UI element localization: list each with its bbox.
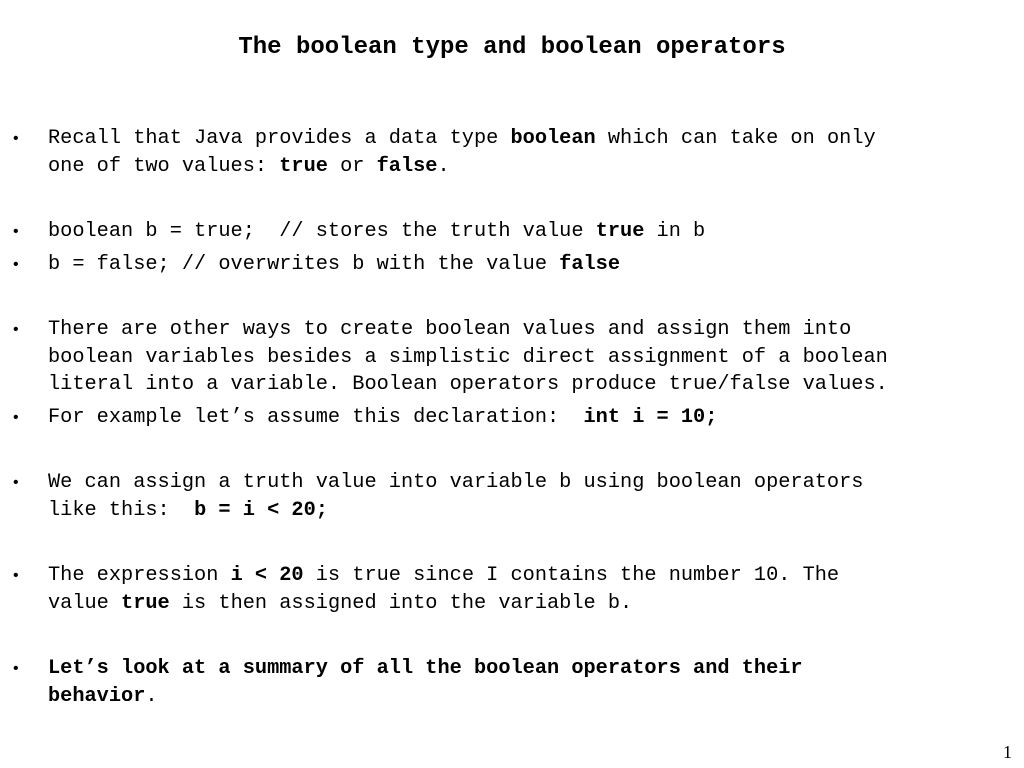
text-run: . bbox=[437, 154, 450, 178]
bullet-icon: • bbox=[13, 409, 19, 426]
bullet-icon: • bbox=[13, 567, 19, 584]
text-run: Recall that Java provides a data type bbox=[48, 127, 511, 150]
bold-text: false bbox=[559, 253, 621, 276]
bullet-icon: • bbox=[13, 130, 19, 147]
text-run: like this: bbox=[48, 498, 195, 522]
text-run: There are other ways to create boolean v… bbox=[48, 318, 852, 341]
bullet-icon: • bbox=[13, 223, 19, 240]
bullet-line: Recall that Java provides a data type bo… bbox=[48, 125, 1008, 153]
text-run: literal into a variable. Boolean operato… bbox=[48, 373, 888, 396]
bold-text: true bbox=[121, 591, 170, 615]
bold-text: true bbox=[279, 154, 328, 178]
text-run: is then assigned into the variable b. bbox=[169, 591, 633, 615]
bold-text: Let’s look at a summary of all the boole… bbox=[48, 657, 803, 680]
bold-text: true bbox=[595, 220, 645, 243]
bullet-list: • Recall that Java provides a data type b… bbox=[0, 0, 1024, 768]
bullet-line: For example let’s assume this declaratio… bbox=[48, 404, 1008, 432]
bullet-icon: • bbox=[13, 660, 19, 677]
bullet-item: • Let’s look at a summary of all the bool… bbox=[13, 655, 1008, 711]
text-run: boolean b = true; // stores the truth va… bbox=[48, 220, 596, 243]
text-run: is true since I contains the number 10. … bbox=[303, 564, 840, 587]
bold-text: false bbox=[376, 154, 438, 178]
text-run: one of two values: bbox=[48, 154, 280, 178]
bullet-line: literal into a variable. Boolean operato… bbox=[48, 371, 1008, 399]
bullet-line: b = false; // overwrites b with the valu… bbox=[48, 251, 1008, 279]
bullet-line: Let’s look at a summary of all the boole… bbox=[48, 655, 1008, 683]
bullet-line: boolean variables besides a simplistic d… bbox=[48, 344, 1008, 372]
bullet-item: • For example let’s assume this declarati… bbox=[13, 404, 1008, 432]
text-run: b = false; // overwrites b with the valu… bbox=[48, 253, 560, 276]
bullet-line: boolean b = true; // stores the truth va… bbox=[48, 218, 1008, 246]
bullet-item: • boolean b = true; // stores the truth v… bbox=[13, 218, 1008, 246]
bullet-item: • There are other ways to create boolean … bbox=[13, 316, 1008, 399]
bullet-line: like this: b = i < 20; bbox=[48, 497, 1008, 525]
text-run: For example let’s assume this declaratio… bbox=[48, 406, 584, 429]
bullet-icon: • bbox=[13, 256, 19, 273]
bold-text: int i = 10; bbox=[583, 406, 718, 429]
bullet-item: • Recall that Java provides a data type b… bbox=[13, 125, 1008, 181]
bullet-line: one of two values: true or false. bbox=[48, 153, 1008, 181]
bullet-line: There are other ways to create boolean v… bbox=[48, 316, 1008, 344]
bold-text: behavior bbox=[48, 684, 146, 708]
text-run: in b bbox=[644, 220, 706, 243]
text-run: boolean variables besides a simplistic d… bbox=[48, 345, 888, 369]
text-run: value bbox=[48, 591, 122, 615]
bullet-line: The expression i < 20 is true since I co… bbox=[48, 562, 1008, 590]
bullet-item: • b = false; // overwrites b with the val… bbox=[13, 251, 1008, 279]
bullet-item: • We can assign a truth value into variab… bbox=[13, 469, 1008, 525]
bullet-line: We can assign a truth value into variabl… bbox=[48, 469, 1008, 497]
page-number: 1 bbox=[1003, 742, 1012, 762]
text-run: We can assign a truth value into variabl… bbox=[48, 471, 864, 494]
bullet-line: behavior. bbox=[48, 683, 1008, 711]
text-run: which can take on only bbox=[595, 127, 876, 150]
bullet-icon: • bbox=[13, 321, 19, 338]
bullet-line: value true is then assigned into the var… bbox=[48, 590, 1008, 618]
bold-text: i < 20 bbox=[230, 564, 304, 587]
bullet-icon: • bbox=[13, 474, 19, 491]
bold-text: b = i < 20; bbox=[194, 498, 328, 522]
text-run: The expression bbox=[48, 564, 231, 587]
text-run: . bbox=[145, 684, 158, 708]
bullet-item: • The expression i < 20 is true since I c… bbox=[13, 562, 1008, 618]
text-run: or bbox=[327, 154, 377, 178]
bold-text: boolean bbox=[510, 127, 596, 150]
